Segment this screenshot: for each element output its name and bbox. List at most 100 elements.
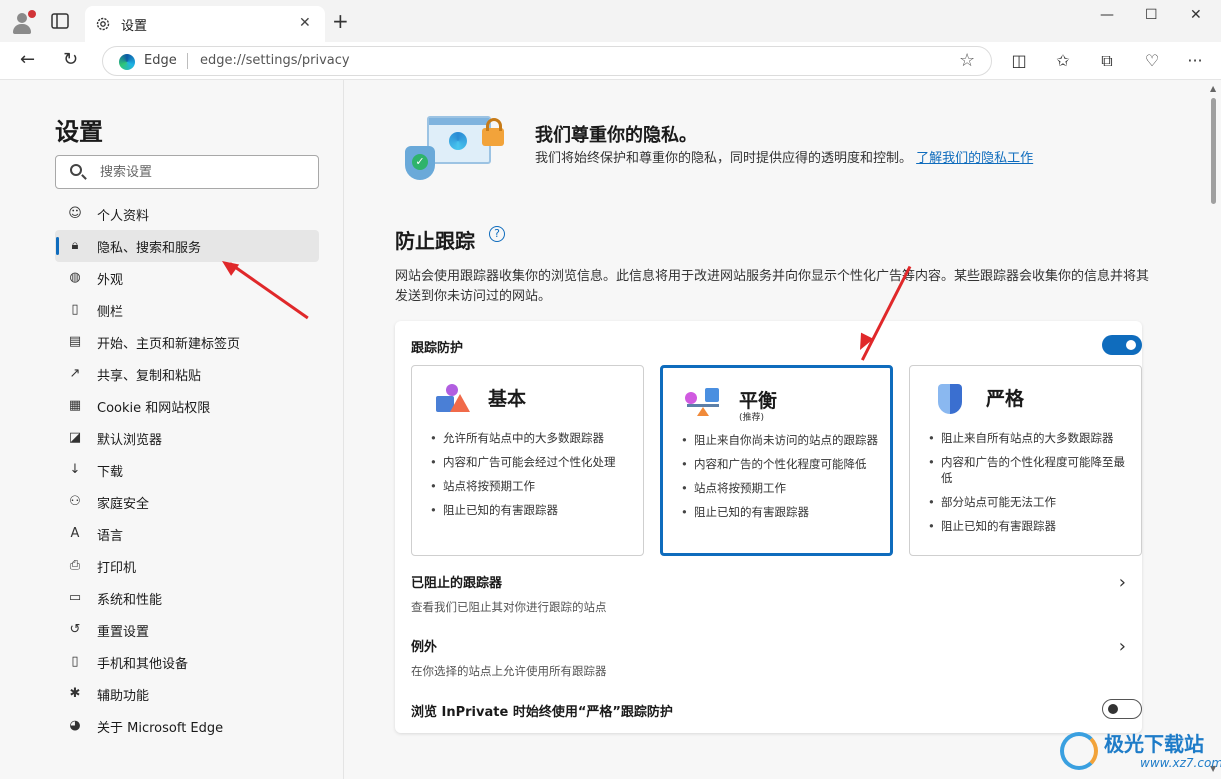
sidebar-item-system[interactable]: ▭ 系统和性能: [55, 582, 319, 614]
scrollbar-thumb[interactable]: [1211, 98, 1216, 204]
search-icon: [70, 164, 82, 176]
sidebar-item-label: 外观: [97, 272, 124, 288]
list-item: 阻止已知的有害跟踪器: [926, 518, 1131, 534]
sidebar-item-label: 手机和其他设备: [97, 656, 189, 672]
close-tab-icon[interactable]: ✕: [299, 15, 311, 31]
title-bar: 设置 ✕ + — ☐ ✕: [0, 0, 1221, 42]
sidebar-item-about[interactable]: ◕ 关于 Microsoft Edge: [55, 710, 319, 742]
site-identity[interactable]: Edge: [144, 53, 177, 68]
language-icon: A: [70, 526, 80, 541]
exceptions-row[interactable]: 例外 在你选择的站点上允许使用所有跟踪器 ›: [411, 636, 1126, 679]
tab-settings[interactable]: 设置 ✕: [85, 6, 325, 42]
tab-actions-icon[interactable]: [50, 12, 70, 30]
reset-icon: ↺: [69, 622, 81, 637]
sidebar-item-reset[interactable]: ↺ 重置设置: [55, 614, 319, 646]
printer-icon: ⎙: [69, 558, 81, 573]
tracking-card: 跟踪防护 基本 允许所有站点中的大多数跟踪器 内容和广告可能会经过个性化处理 站…: [395, 321, 1142, 733]
download-icon: ↓: [69, 462, 81, 477]
sidebar-item-share[interactable]: ↗ 共享、复制和粘贴: [55, 358, 319, 390]
split-screen-icon[interactable]: ◫: [1009, 51, 1029, 71]
sidebar-item-start-home[interactable]: ▤ 开始、主页和新建标签页: [55, 326, 319, 358]
row-title: 例外: [411, 640, 438, 655]
sidebar-item-accessibility[interactable]: ✱ 辅助功能: [55, 678, 319, 710]
close-window-button[interactable]: ✕: [1190, 7, 1202, 23]
sidebar-item-profiles[interactable]: ☺ 个人资料: [55, 198, 319, 230]
list-item: 阻止已知的有害跟踪器: [679, 504, 884, 520]
refresh-button[interactable]: ↻: [63, 50, 78, 70]
option-balanced[interactable]: 平衡 (推荐) 阻止来自你尚未访问的站点的跟踪器 内容和广告的个性化程度可能降低…: [660, 365, 893, 556]
sidebar-item-label: Cookie 和网站权限: [97, 400, 211, 416]
cookie-icon: ▦: [68, 398, 82, 413]
sidebar-item-default-browser[interactable]: ◪ 默认浏览器: [55, 422, 319, 454]
sidebar-item-label: 系统和性能: [97, 592, 163, 608]
sidebar-item-cookies[interactable]: ▦ Cookie 和网站权限: [55, 390, 319, 422]
option-name: 严格: [986, 388, 1025, 410]
favorite-star-icon[interactable]: ☆: [959, 50, 975, 71]
address-divider: [187, 53, 188, 69]
hero-description-text: 我们将始终保护和尊重你的隐私，同时提供应得的透明度和控制。: [535, 151, 913, 166]
list-item: 部分站点可能无法工作: [926, 494, 1131, 510]
inprivate-strict-toggle[interactable]: [1102, 699, 1142, 719]
palette-icon: ◍: [69, 270, 81, 285]
url-text[interactable]: edge://settings/privacy: [200, 53, 350, 68]
tracking-prevention-toggle[interactable]: [1102, 335, 1142, 355]
sidebar-item-appearance[interactable]: ◍ 外观: [55, 262, 319, 294]
row-description: 查看我们已阻止其对你进行跟踪的站点: [411, 600, 607, 614]
profile-avatar-icon[interactable]: [10, 10, 36, 34]
sidebar-item-languages[interactable]: A 语言: [55, 518, 319, 550]
tracking-toggle-label: 跟踪防护: [411, 341, 464, 356]
watermark-url: www.xz7.com: [1140, 756, 1221, 770]
browser-essentials-icon[interactable]: ♡: [1142, 51, 1162, 71]
browser-icon: ◪: [68, 430, 82, 445]
back-button[interactable]: ←: [20, 50, 35, 70]
search-box[interactable]: [55, 155, 319, 189]
list-item: 站点将按预期工作: [428, 478, 633, 494]
option-name: 基本: [488, 388, 527, 410]
sidebar-item-downloads[interactable]: ↓ 下载: [55, 454, 319, 486]
scrollbar[interactable]: ▲ ▼: [1207, 80, 1221, 779]
new-tab-button[interactable]: +: [332, 11, 349, 31]
minimize-button[interactable]: —: [1100, 7, 1114, 23]
option-bullets: 阻止来自你尚未访问的站点的跟踪器 内容和广告的个性化程度可能降低 站点将按预期工…: [679, 432, 884, 528]
more-menu-icon[interactable]: ···: [1185, 51, 1205, 71]
list-item: 阻止已知的有害跟踪器: [428, 502, 633, 518]
navigation-bar: ← ↻ Edge edge://settings/privacy ☆ ◫ ✩ ⧉…: [0, 42, 1221, 80]
address-bar[interactable]: Edge edge://settings/privacy ☆: [102, 46, 992, 76]
tab-title: 设置: [121, 19, 148, 34]
option-basic[interactable]: 基本 允许所有站点中的大多数跟踪器 内容和广告可能会经过个性化处理 站点将按预期…: [411, 365, 644, 556]
option-bullets: 允许所有站点中的大多数跟踪器 内容和广告可能会经过个性化处理 站点将按预期工作 …: [428, 430, 633, 526]
search-input[interactable]: [100, 162, 310, 182]
sidebar-icon: ▯: [71, 302, 79, 317]
list-item: 内容和广告可能会经过个性化处理: [428, 454, 633, 470]
maximize-button[interactable]: ☐: [1145, 7, 1158, 23]
tracking-description: 网站会使用跟踪器收集你的浏览信息。此信息将用于改进网站服务并向你显示个性化广告等…: [395, 269, 1150, 304]
sidebar-item-phone[interactable]: ▯ 手机和其他设备: [55, 646, 319, 678]
blocked-trackers-row[interactable]: 已阻止的跟踪器 查看我们已阻止其对你进行跟踪的站点 ›: [411, 572, 1126, 615]
main-content: ✓ 我们尊重你的隐私。 我们将始终保护和尊重你的隐私，同时提供应得的透明度和控制…: [345, 80, 1207, 779]
list-item: 内容和广告的个性化程度可能降低: [679, 456, 884, 472]
sidebar-item-label: 关于 Microsoft Edge: [97, 720, 224, 736]
settings-sidebar: 设置 ☺ 个人资料 🔒︎ 隐私、搜索和服务 ◍ 外观 ▯ 侧栏 ▤ 开始、主页和新建标签页…: [4, 80, 344, 779]
option-strict[interactable]: 严格 阻止来自所有站点的大多数跟踪器 内容和广告的个性化程度可能降至最低 部分站…: [909, 365, 1142, 556]
privacy-learn-more-link[interactable]: 了解我们的隐私工作: [916, 151, 1033, 166]
profile-icon: ☺: [68, 206, 82, 221]
collections-icon[interactable]: ⧉: [1097, 51, 1117, 71]
sidebar-item-family[interactable]: ⚇ 家庭安全: [55, 486, 319, 518]
shield-icon: [932, 384, 968, 414]
gear-icon: [96, 17, 110, 31]
watermark: 极光下载站 www.xz7.com: [1060, 726, 1221, 776]
accessibility-icon: ✱: [69, 686, 81, 701]
chevron-right-icon: ›: [1118, 572, 1126, 593]
option-bullets: 阻止来自所有站点的大多数跟踪器 内容和广告的个性化程度可能降至最低 部分站点可能…: [926, 430, 1131, 542]
sidebar-item-label: 个人资料: [97, 208, 150, 224]
sidebar-item-privacy[interactable]: 🔒︎ 隐私、搜索和服务: [55, 230, 319, 262]
help-icon[interactable]: ?: [489, 226, 505, 242]
favorites-icon[interactable]: ✩: [1053, 51, 1073, 71]
sidebar-nav: ☺ 个人资料 🔒︎ 隐私、搜索和服务 ◍ 外观 ▯ 侧栏 ▤ 开始、主页和新建标签页 ↗ 共…: [55, 198, 319, 742]
sidebar-item-label: 打印机: [97, 560, 137, 576]
scroll-up-icon[interactable]: ▲: [1210, 84, 1216, 93]
tracking-section-title: 防止跟踪: [395, 229, 475, 253]
sidebar-item-printers[interactable]: ⎙ 打印机: [55, 550, 319, 582]
recommended-badge: (推荐): [739, 413, 765, 423]
inprivate-strict-row: 浏览 InPrivate 时始终使用“严格”跟踪防护: [411, 701, 1126, 720]
